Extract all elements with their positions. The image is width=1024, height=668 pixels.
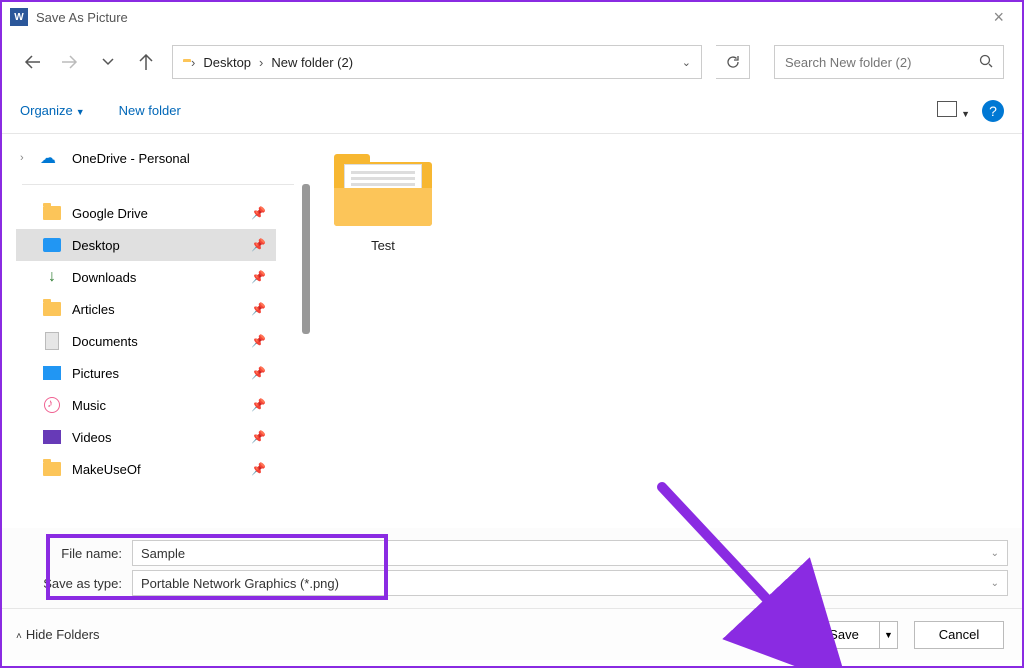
document-icon — [42, 331, 62, 351]
folder-icon — [42, 299, 62, 319]
word-app-icon: W — [10, 8, 28, 26]
sidebar-item-pictures[interactable]: Pictures 📌 — [16, 357, 276, 389]
toolbar: Organize▼ New folder ▼ ? — [2, 88, 1022, 134]
sidebar-item-desktop[interactable]: Desktop 📌 — [16, 229, 276, 261]
chevron-down-icon: ▼ — [76, 107, 85, 117]
picture-icon — [42, 363, 62, 383]
search-icon[interactable] — [979, 54, 993, 71]
pin-icon: 📌 — [251, 302, 266, 316]
sidebar: › ☁ OneDrive - Personal Google Drive 📌 D… — [2, 134, 310, 528]
save-button-dropdown[interactable]: ▼ — [880, 621, 898, 649]
refresh-icon[interactable] — [716, 45, 750, 79]
breadcrumb-item[interactable]: New folder (2) — [271, 55, 353, 70]
pin-icon: 📌 — [251, 334, 266, 348]
sidebar-item-google-drive[interactable]: Google Drive 📌 — [16, 197, 276, 229]
folder-icon — [334, 154, 432, 226]
pin-icon: 📌 — [251, 206, 266, 220]
filetype-row: Save as type: Portable Network Graphics … — [16, 570, 1008, 596]
view-mode-button[interactable]: ▼ — [937, 101, 970, 120]
file-list[interactable]: Test — [310, 134, 1022, 528]
search-input[interactable] — [785, 55, 979, 70]
chevron-down-icon[interactable]: ⌄ — [991, 578, 999, 589]
pin-icon: 📌 — [251, 270, 266, 284]
sidebar-item-label: Google Drive — [72, 206, 148, 221]
filename-input[interactable]: Sample ⌄ — [132, 540, 1008, 566]
filename-row: File name: Sample ⌄ — [16, 540, 1008, 566]
hide-folders-button[interactable]: ˄Hide Folders — [16, 627, 100, 642]
search-box[interactable] — [774, 45, 1004, 79]
breadcrumb-item[interactable]: Desktop — [203, 55, 251, 70]
pin-icon: 📌 — [251, 366, 266, 380]
nav-recent-icon[interactable] — [96, 50, 120, 74]
footer: ˄Hide Folders Tools ▼ Save ▼ Cancel — [2, 608, 1022, 660]
scrollbar[interactable] — [302, 184, 310, 334]
chevron-right-icon[interactable]: › — [20, 152, 34, 164]
cancel-button[interactable]: Cancel — [914, 621, 1004, 649]
pin-icon: 📌 — [251, 462, 266, 476]
fields-area: File name: Sample ⌄ Save as type: Portab… — [2, 528, 1022, 608]
video-icon — [42, 427, 62, 447]
organize-button[interactable]: Organize▼ — [20, 103, 85, 118]
filetype-value: Portable Network Graphics (*.png) — [141, 576, 339, 591]
download-icon: ↓ — [42, 267, 62, 287]
divider — [22, 184, 294, 185]
pin-icon: 📌 — [251, 430, 266, 444]
main-area: › ☁ OneDrive - Personal Google Drive 📌 D… — [2, 134, 1022, 528]
chevron-down-icon[interactable]: ⌄ — [682, 56, 691, 69]
desktop-icon — [42, 235, 62, 255]
filetype-select[interactable]: Portable Network Graphics (*.png) ⌄ — [132, 570, 1008, 596]
sidebar-item-videos[interactable]: Videos 📌 — [16, 421, 276, 453]
chevron-down-icon: ▼ — [783, 631, 792, 641]
chevron-down-icon: ▼ — [961, 109, 970, 119]
sidebar-item-label: Documents — [72, 334, 138, 349]
chevron-right-icon: › — [259, 55, 263, 70]
filename-value: Sample — [141, 546, 185, 561]
filetype-label: Save as type: — [16, 576, 132, 591]
sidebar-item-label: Music — [72, 398, 106, 413]
folder-icon — [42, 203, 62, 223]
filename-label: File name: — [16, 546, 132, 561]
save-button[interactable]: Save ▼ — [808, 621, 898, 649]
nav-forward-icon[interactable] — [58, 50, 82, 74]
new-folder-button[interactable]: New folder — [119, 103, 181, 118]
sidebar-item-label: Pictures — [72, 366, 119, 381]
address-bar[interactable]: › Desktop › New folder (2) ⌄ — [172, 45, 702, 79]
tools-button[interactable]: Tools ▼ — [749, 627, 792, 642]
folder-item-label: Test — [371, 238, 395, 253]
music-icon — [42, 395, 62, 415]
titlebar: W Save As Picture × — [2, 2, 1022, 32]
folder-item-test[interactable]: Test — [334, 154, 432, 253]
sidebar-item-label: Articles — [72, 302, 115, 317]
cloud-icon: ☁ — [38, 148, 58, 168]
nav-back-icon[interactable] — [20, 50, 44, 74]
sidebar-item-label: Videos — [72, 430, 112, 445]
sidebar-item-label: OneDrive - Personal — [72, 151, 190, 166]
folder-icon — [42, 459, 62, 479]
close-icon[interactable]: × — [983, 7, 1014, 28]
dialog-title: Save As Picture — [36, 10, 128, 25]
sidebar-item-label: Downloads — [72, 270, 136, 285]
sidebar-item-music[interactable]: Music 📌 — [16, 389, 276, 421]
save-button-main[interactable]: Save — [808, 621, 880, 649]
sidebar-item-articles[interactable]: Articles 📌 — [16, 293, 276, 325]
sidebar-item-documents[interactable]: Documents 📌 — [16, 325, 276, 357]
sidebar-item-makeuseof[interactable]: MakeUseOf 📌 — [16, 453, 276, 485]
chevron-right-icon: › — [191, 55, 195, 70]
pin-icon: 📌 — [251, 238, 266, 252]
chevron-up-icon: ˄ — [16, 631, 22, 642]
sidebar-item-label: MakeUseOf — [72, 462, 141, 477]
nav-up-icon[interactable] — [134, 50, 158, 74]
pin-icon: 📌 — [251, 398, 266, 412]
sidebar-item-downloads[interactable]: ↓ Downloads 📌 — [16, 261, 276, 293]
help-icon[interactable]: ? — [982, 100, 1004, 122]
nav-row: › Desktop › New folder (2) ⌄ — [2, 32, 1022, 80]
chevron-down-icon[interactable]: ⌄ — [991, 548, 999, 559]
sidebar-item-onedrive[interactable]: › ☁ OneDrive - Personal — [16, 142, 276, 174]
sidebar-item-label: Desktop — [72, 238, 120, 253]
